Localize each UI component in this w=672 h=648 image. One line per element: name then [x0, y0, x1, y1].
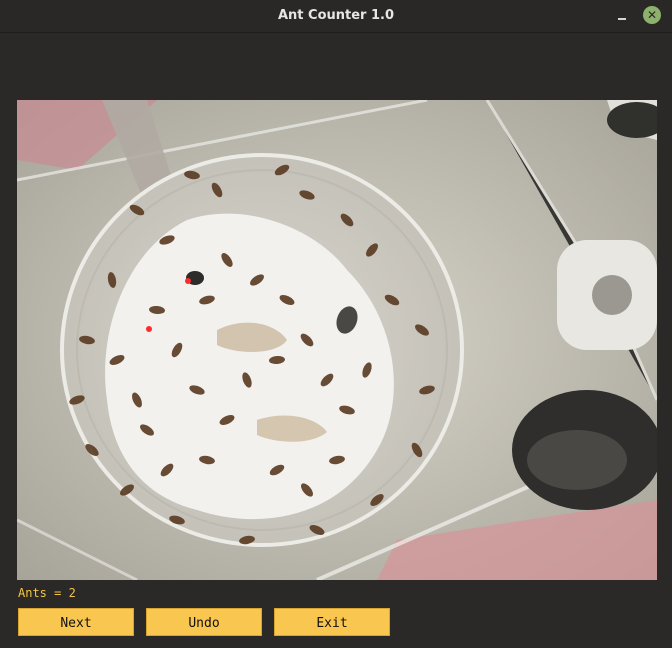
ant-count-status: Ants = 2	[18, 586, 76, 600]
ant-photo-canvas[interactable]	[17, 100, 657, 580]
count-mark	[146, 326, 152, 332]
next-button[interactable]: Next	[18, 608, 134, 636]
title-bar: Ant Counter 1.0 ✕	[0, 0, 672, 33]
exit-button[interactable]: Exit	[274, 608, 390, 636]
minimize-icon[interactable]	[614, 8, 630, 24]
close-icon[interactable]: ✕	[643, 6, 661, 24]
count-mark	[185, 278, 191, 284]
undo-button[interactable]: Undo	[146, 608, 262, 636]
window-title: Ant Counter 1.0	[277, 8, 395, 23]
ant-container-photo	[17, 100, 657, 580]
